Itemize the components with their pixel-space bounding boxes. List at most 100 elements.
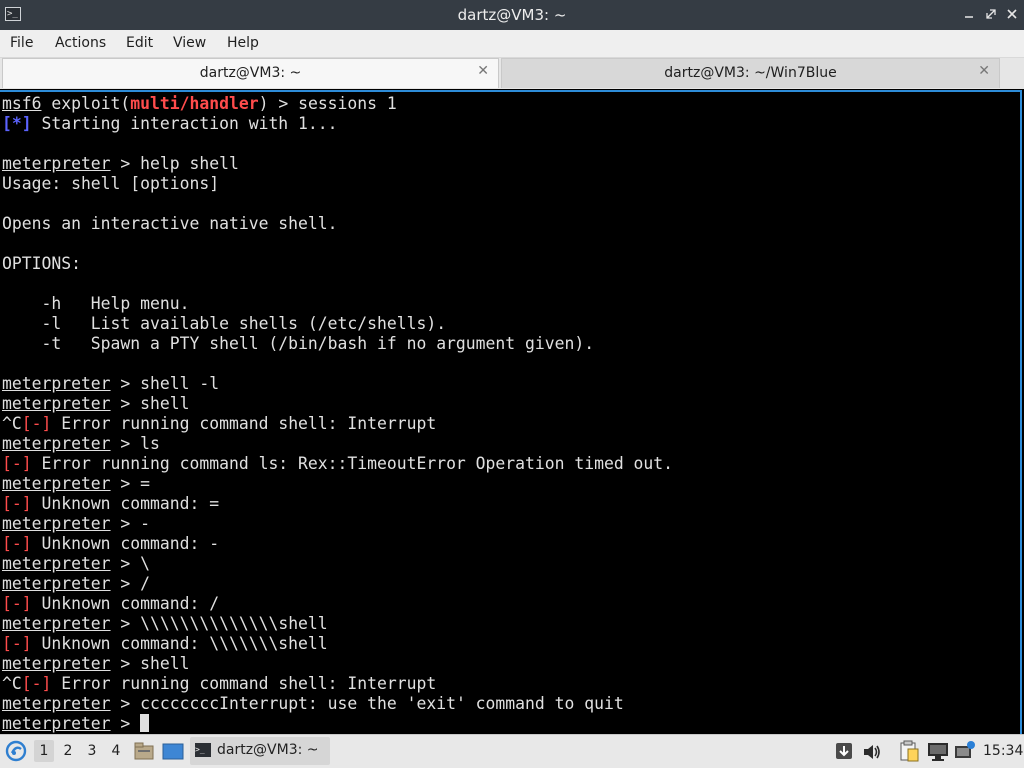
prompt-arrow: > bbox=[110, 614, 141, 633]
file-manager-icon[interactable] bbox=[134, 742, 154, 764]
menu-edit[interactable]: Edit bbox=[126, 35, 153, 51]
error-text: Unknown command: / bbox=[31, 594, 220, 613]
workspace-4[interactable]: 4 bbox=[106, 743, 126, 759]
workspace-3[interactable]: 3 bbox=[82, 743, 102, 759]
window-titlebar[interactable]: >_ dartz@VM3: ~ bbox=[0, 0, 1024, 30]
command-text: = bbox=[140, 474, 151, 493]
command-text: shell -l bbox=[140, 374, 220, 393]
info-tag: [*] bbox=[2, 114, 32, 133]
terminal-line: meterpreter > help shell bbox=[2, 154, 673, 174]
msf-exploit-label: exploit( bbox=[41, 94, 131, 113]
terminal-line: [-] Unknown command: \\\\\\\shell bbox=[2, 634, 673, 654]
tab-close-icon[interactable]: ✕ bbox=[477, 63, 489, 79]
ctrl-c-text: ^C bbox=[2, 674, 22, 693]
terminal-view[interactable]: msf6 exploit(multi/handler) > sessions 1… bbox=[0, 90, 1022, 734]
command-text: \ bbox=[140, 554, 151, 573]
output-text: Starting interaction with 1... bbox=[31, 114, 338, 133]
meterpreter-prompt: meterpreter bbox=[2, 654, 111, 673]
command-text: - bbox=[140, 514, 151, 533]
meterpreter-prompt: meterpreter bbox=[2, 434, 111, 453]
meterpreter-prompt: meterpreter bbox=[2, 374, 111, 393]
tab-home[interactable]: dartz@VM3: ~ ✕ bbox=[2, 58, 499, 88]
terminal-line: [-] Error running command ls: Rex::Timeo… bbox=[2, 454, 673, 474]
tab-close-icon[interactable]: ✕ bbox=[978, 63, 990, 79]
volume-icon[interactable] bbox=[862, 742, 882, 766]
workspace-2[interactable]: 2 bbox=[58, 743, 78, 759]
error-tag: [-] bbox=[21, 414, 52, 433]
close-icon[interactable] bbox=[1005, 7, 1019, 21]
command-text: shell bbox=[140, 394, 190, 413]
msf-prompt: msf6 bbox=[2, 94, 42, 113]
output-text: -h Help menu. bbox=[2, 294, 190, 313]
prompt-arrow: > bbox=[110, 694, 141, 713]
terminal-line: -t Spawn a PTY shell (/bin/bash if no ar… bbox=[2, 334, 673, 354]
error-tag: [-] bbox=[2, 494, 32, 513]
terminal-icon: >_ bbox=[195, 743, 211, 757]
meterpreter-prompt: meterpreter bbox=[2, 614, 111, 633]
tab-bar: dartz@VM3: ~ ✕ dartz@VM3: ~/Win7Blue ✕ bbox=[0, 58, 1024, 89]
terminal-line: [-] Unknown command: - bbox=[2, 534, 673, 554]
command-text: sessions 1 bbox=[298, 94, 397, 113]
tab-win7blue[interactable]: dartz@VM3: ~/Win7Blue ✕ bbox=[501, 58, 1000, 88]
prompt-arrow: > bbox=[110, 574, 141, 593]
tab-label: dartz@VM3: ~ bbox=[199, 65, 302, 81]
error-text: Unknown command: \\\\\\\shell bbox=[31, 634, 328, 653]
start-menu-icon[interactable] bbox=[5, 740, 27, 766]
command-text: ccccccccInterrupt: use the 'exit' comman… bbox=[140, 694, 624, 713]
ctrl-c-text: ^C bbox=[2, 414, 22, 433]
error-tag: [-] bbox=[2, 634, 32, 653]
prompt-arrow: > bbox=[110, 514, 141, 533]
prompt-arrow: > bbox=[110, 434, 141, 453]
prompt-arrow: > bbox=[110, 394, 141, 413]
error-text: Error running command shell: Interrupt bbox=[51, 414, 437, 433]
terminal-line: -l List available shells (/etc/shells). bbox=[2, 314, 673, 334]
menu-view[interactable]: View bbox=[173, 35, 206, 51]
clock: 15:34 bbox=[983, 743, 1024, 759]
monitor-icon[interactable] bbox=[927, 742, 949, 766]
maximize-icon[interactable] bbox=[984, 7, 998, 21]
terminal-line: ^C[-] Error running command shell: Inter… bbox=[2, 414, 673, 434]
task-label: dartz@VM3: ~ bbox=[217, 742, 319, 758]
minimize-icon[interactable] bbox=[962, 7, 976, 21]
terminal-line: msf6 exploit(multi/handler) > sessions 1 bbox=[2, 94, 673, 114]
terminal-line: meterpreter > - bbox=[2, 514, 673, 534]
meterpreter-prompt: meterpreter bbox=[2, 714, 111, 733]
prompt-arrow: > bbox=[110, 654, 141, 673]
meterpreter-prompt: meterpreter bbox=[2, 574, 111, 593]
network-icon[interactable] bbox=[954, 740, 976, 766]
prompt-arrow: > bbox=[110, 714, 141, 733]
msf-module: multi/handler bbox=[130, 94, 259, 113]
prompt-arrow: > bbox=[110, 554, 141, 573]
menu-bar: File Actions Edit View Help bbox=[0, 30, 1024, 58]
meterpreter-prompt: meterpreter bbox=[2, 554, 111, 573]
command-text: / bbox=[140, 574, 151, 593]
menu-file[interactable]: File bbox=[10, 35, 33, 51]
taskbar: 1 2 3 4 >_ dartz@VM3: ~ 15:34 bbox=[0, 734, 1024, 768]
download-icon[interactable] bbox=[834, 741, 854, 765]
menu-help[interactable]: Help bbox=[227, 35, 259, 51]
clipboard-icon[interactable] bbox=[899, 740, 919, 766]
menu-actions[interactable]: Actions bbox=[55, 35, 106, 51]
terminal-line: meterpreter > = bbox=[2, 474, 673, 494]
terminal-cursor bbox=[140, 714, 150, 732]
error-tag: [-] bbox=[2, 534, 32, 553]
terminal-line: [*] Starting interaction with 1... bbox=[2, 114, 673, 134]
terminal-line: meterpreter > shell bbox=[2, 394, 673, 414]
error-tag: [-] bbox=[21, 674, 52, 693]
terminal-line: meterpreter > \ bbox=[2, 554, 673, 574]
terminal-line: meterpreter > \\\\\\\\\\\\\\shell bbox=[2, 614, 673, 634]
window-title: dartz@VM3: ~ bbox=[457, 6, 567, 24]
desktop-icon[interactable] bbox=[162, 743, 184, 764]
meterpreter-prompt: meterpreter bbox=[2, 154, 111, 173]
workspace-1[interactable]: 1 bbox=[34, 740, 54, 762]
error-text: Error running command ls: Rex::TimeoutEr… bbox=[31, 454, 674, 473]
terminal-line: OPTIONS: bbox=[2, 254, 673, 274]
terminal-line: [-] Unknown command: / bbox=[2, 594, 673, 614]
tab-label: dartz@VM3: ~/Win7Blue bbox=[664, 65, 837, 81]
error-text: Error running command shell: Interrupt bbox=[51, 674, 437, 693]
task-terminal[interactable]: >_ dartz@VM3: ~ bbox=[190, 737, 330, 765]
